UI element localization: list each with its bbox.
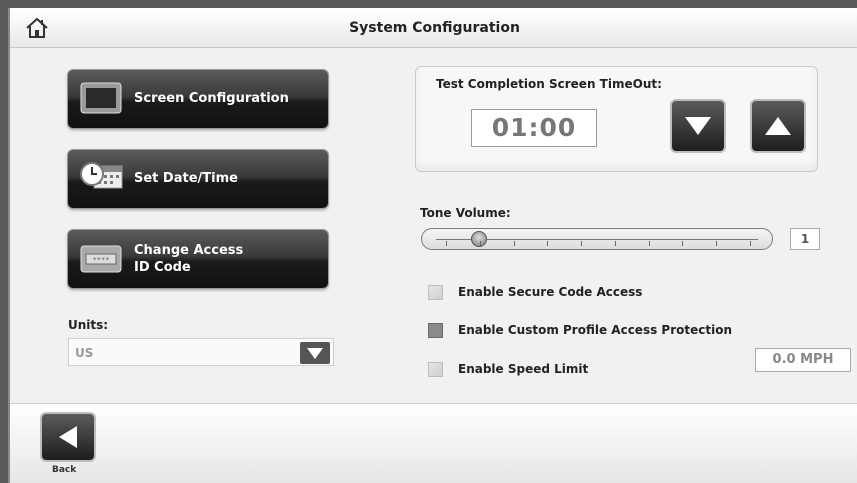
change-access-label-line2: ID Code (134, 260, 191, 275)
speed-limit-label: Enable Speed Limit (458, 362, 589, 376)
timeout-panel: Test Completion Screen TimeOut: 01:00 (415, 66, 818, 172)
monitor-icon (80, 82, 122, 114)
slider-tick (581, 241, 583, 246)
slider-tick (614, 241, 616, 246)
slider-tick (682, 241, 684, 246)
screen-configuration-button[interactable]: Screen Configuration (68, 70, 328, 128)
custom-profile-access-checkbox[interactable] (428, 323, 443, 338)
slider-tick (750, 241, 751, 246)
change-access-label-line1: Change Access (134, 243, 244, 258)
keypad-icon: **** (80, 245, 122, 273)
back-label: Back (52, 465, 77, 475)
set-date-time-button[interactable]: Set Date/Time (68, 150, 328, 208)
timeout-increase-button[interactable] (752, 101, 804, 151)
header-bar: System Configuration (10, 8, 857, 48)
svg-text:****: **** (93, 256, 110, 264)
custom-profile-access-label: Enable Custom Profile Access Protection (458, 323, 732, 337)
tone-volume-label: Tone Volume: (420, 206, 511, 220)
timeout-decrease-button[interactable] (672, 101, 724, 151)
page-title: System Configuration (349, 20, 520, 36)
units-label: Units: (68, 318, 109, 332)
units-dropdown-button[interactable] (300, 342, 330, 364)
arrow-up-icon (765, 117, 791, 135)
timeout-value-display: 01:00 (471, 109, 597, 147)
tone-volume-value: 1 (790, 228, 820, 250)
main-panel: Screen Configuration Set Date/Time **** (10, 48, 857, 403)
arrow-left-icon (59, 426, 77, 448)
back-button[interactable] (42, 414, 94, 460)
speed-limit-value[interactable]: 0.0 MPH (755, 348, 851, 372)
footer-bar: Back (10, 403, 857, 483)
slider-tick (547, 241, 549, 246)
tone-volume-slider[interactable] (421, 228, 773, 250)
chevron-down-icon (307, 348, 323, 359)
clock-calendar-icon (80, 162, 123, 189)
secure-code-access-checkbox[interactable] (428, 285, 443, 300)
arrow-down-icon (685, 117, 711, 135)
timeout-label: Test Completion Screen TimeOut: (436, 77, 662, 91)
screen-configuration-label: Screen Configuration (134, 91, 289, 106)
slider-tick (446, 241, 447, 246)
secure-code-access-label: Enable Secure Code Access (458, 285, 643, 299)
slider-tick (479, 241, 481, 246)
change-access-id-code-button[interactable]: **** Change Access ID Code (68, 230, 328, 288)
units-select[interactable]: US (68, 338, 334, 366)
set-date-time-label: Set Date/Time (134, 171, 238, 186)
units-value: US (75, 346, 94, 360)
slider-tick (648, 241, 650, 246)
slider-tick (513, 241, 515, 246)
slider-tick (716, 241, 718, 246)
speed-limit-checkbox[interactable] (428, 362, 443, 377)
app-window: System Configuration Screen Configuratio… (8, 8, 857, 483)
